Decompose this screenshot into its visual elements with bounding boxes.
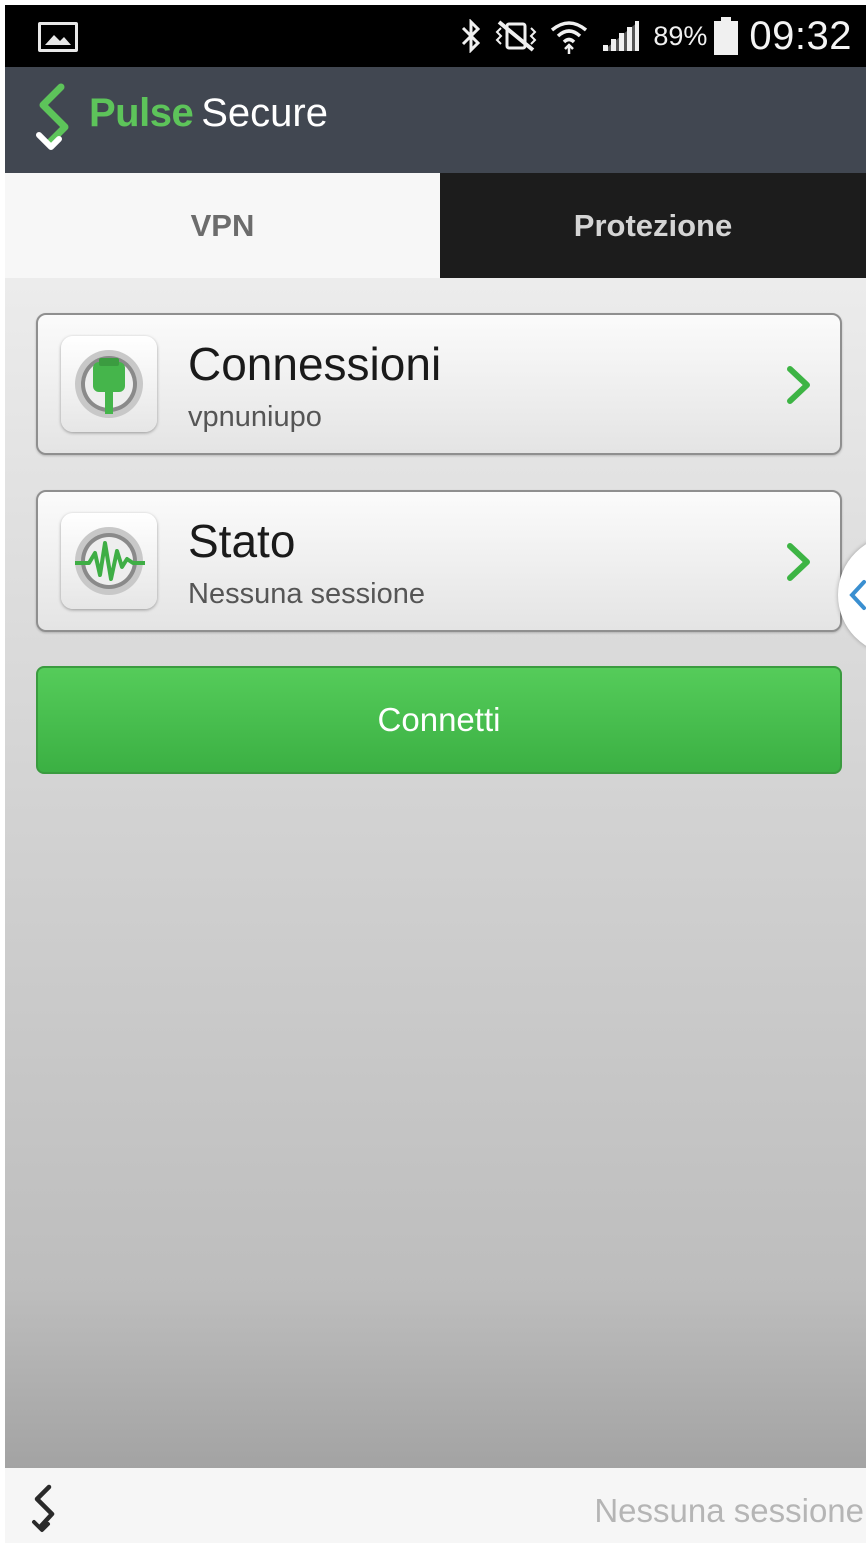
wifi-icon: [551, 21, 588, 54]
vibrate-icon: [495, 20, 537, 52]
connections-title: Connessioni: [188, 338, 442, 390]
tab-protezione[interactable]: Protezione: [440, 173, 866, 278]
status-title: Stato: [188, 515, 296, 567]
chevron-left-icon: [849, 580, 866, 610]
connections-subtitle: vpnuniupo: [188, 401, 322, 433]
pulse-secure-logo-icon: [36, 83, 69, 150]
tab-vpn[interactable]: VPN: [5, 173, 440, 278]
status-pulse-icon: [61, 513, 157, 609]
clock: 09:32: [749, 13, 852, 58]
pulse-secure-logo-icon: [32, 1484, 55, 1532]
footer-status-text: Nessuna sessione: [594, 1492, 864, 1529]
status-bar: 89% 09:32: [5, 5, 866, 67]
app-header: Pulse Secure: [5, 67, 866, 173]
tab-bar: VPN Protezione: [5, 173, 866, 278]
brand-secure: Secure: [201, 91, 328, 135]
app-screen: 89% 09:32 Pulse Secure VPN Protezione Co…: [5, 5, 866, 1543]
image-notification-icon: [38, 22, 78, 52]
connection-plug-icon: [61, 336, 157, 432]
status-subtitle: Nessuna sessione: [188, 578, 425, 610]
brand-pulse: Pulse: [89, 91, 194, 135]
chevron-right-icon: [787, 366, 810, 404]
battery-icon: [714, 17, 739, 55]
battery-percent: 89%: [653, 20, 708, 51]
footer-bar: Nessuna sessione: [5, 1468, 866, 1543]
status-card[interactable]: Stato Nessuna sessione: [36, 490, 842, 632]
connect-button[interactable]: Connetti: [36, 666, 842, 774]
chevron-right-icon: [787, 543, 810, 581]
side-drawer-handle[interactable]: [838, 535, 866, 655]
main-content: Connessioni vpnuniupo Stato Nessuna sess…: [5, 278, 866, 1468]
bluetooth-icon: [462, 19, 481, 53]
connections-card[interactable]: Connessioni vpnuniupo: [36, 313, 842, 455]
signal-icon: [603, 21, 640, 51]
brand-name: Pulse Secure: [89, 91, 328, 136]
